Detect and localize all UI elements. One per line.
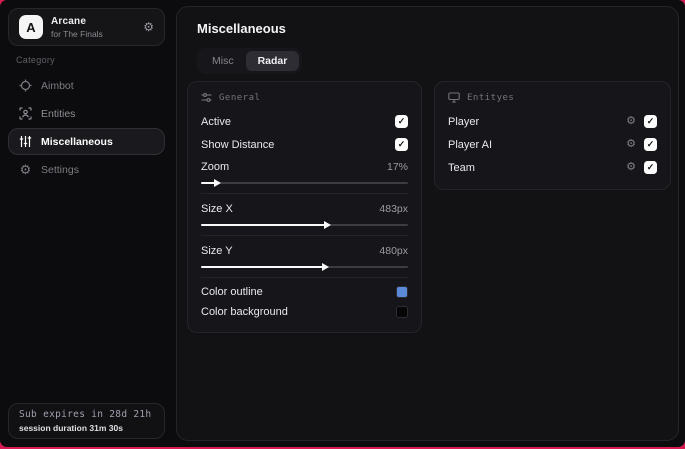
gear-icon[interactable]: ⚙ [143,21,154,33]
subscription-card: Sub expires in 28d 21h session duration … [8,403,165,439]
slider-size-y: Size Y 480px [201,240,408,271]
slider-value: 483px [379,203,408,215]
sidebar-item-label: Aimbot [41,79,74,92]
tab-radar[interactable]: Radar [245,51,300,71]
divider [201,235,408,236]
entity-row-team: Team ⚙ ✓ [448,156,657,179]
color-label: Color outline [201,286,263,298]
slider-thumb[interactable] [322,262,330,271]
sidebar-nav: Aimbot Entities Miscellaneous ⚙ Settings [0,72,173,184]
checkbox-checked[interactable]: ✓ [644,161,657,174]
brand-subtitle: for The Finals [51,28,103,39]
check-icon: ✓ [646,116,655,126]
general-panel: General Active ✓ Show Distance ✓ Zoom 17… [187,81,422,333]
slider-track[interactable] [201,262,408,271]
slider-label: Size Y [201,245,233,257]
checkbox-checked[interactable]: ✓ [644,115,657,128]
sidebar: A Arcane for The Finals ⚙ Category Aimbo… [0,0,173,447]
app-logo: A [19,15,43,39]
slider-value: 17% [386,161,408,173]
checkbox-checked[interactable]: ✓ [644,138,657,151]
tab-misc[interactable]: Misc [200,51,246,71]
brand-title: Arcane [51,15,87,27]
entity-label: Player [448,115,480,128]
slider-label: Zoom [201,161,230,173]
gear-icon[interactable]: ⚙ [626,139,636,150]
check-icon: ✓ [397,139,406,149]
toggle-label: Show Distance [201,138,275,151]
session-duration-text: session duration 31m 30s [19,423,123,433]
color-label: Color background [201,306,288,318]
app-window: A Arcane for The Finals ⚙ Category Aimbo… [0,0,685,447]
crosshair-icon [19,79,32,92]
checkbox-checked[interactable]: ✓ [395,138,408,151]
color-row-background: Color background [201,302,408,322]
sub-expires-text: Sub expires in 28d 21h [19,409,152,420]
main-content: Miscellaneous Misc Radar General Active … [176,6,679,441]
check-icon: ✓ [646,162,655,172]
sidebar-item-entities[interactable]: Entities [8,100,165,127]
toggle-row-show-distance: Show Distance ✓ [201,133,408,156]
sliders-icon [19,135,32,148]
slider-thumb[interactable] [324,220,332,229]
slider-track[interactable] [201,220,408,229]
brand-text: Arcane for The Finals [51,16,103,39]
entities-panel-title: Entityes [467,92,515,103]
divider [201,193,408,194]
tab-bar: Misc Radar [197,48,303,74]
checkbox-checked[interactable]: ✓ [395,115,408,128]
slider-thumb[interactable] [214,178,222,187]
sliders-horizontal-icon [201,92,212,103]
color-row-outline: Color outline [201,282,408,302]
sidebar-item-miscellaneous[interactable]: Miscellaneous [8,128,165,155]
sidebar-item-label: Miscellaneous [41,135,113,148]
gear-icon[interactable]: ⚙ [626,162,636,173]
slider-track[interactable] [201,178,408,187]
page-title: Miscellaneous [197,21,286,36]
entity-label: Player AI [448,138,493,151]
monitor-icon [448,92,460,103]
toggle-row-active: Active ✓ [201,110,408,133]
slider-value: 480px [379,245,408,257]
brand-card: A Arcane for The Finals ⚙ [8,8,165,46]
general-panel-title: General [219,92,261,103]
check-icon: ✓ [646,139,655,149]
sidebar-item-aimbot[interactable]: Aimbot [8,72,165,99]
slider-label: Size X [201,203,233,215]
panels-row: General Active ✓ Show Distance ✓ Zoom 17… [187,81,671,333]
toggle-label: Active [201,115,231,128]
gear-icon: ⚙ [19,162,32,177]
entity-label: Team [448,161,475,174]
entities-icon [19,107,32,120]
entities-panel: Entityes Player ⚙ ✓ Player AI ⚙ ✓ Team ⚙… [434,81,671,190]
sidebar-item-label: Settings [41,163,79,176]
entity-row-player-ai: Player AI ⚙ ✓ [448,133,657,156]
sidebar-item-settings[interactable]: ⚙ Settings [8,156,165,183]
slider-zoom: Zoom 17% [201,156,408,187]
entity-row-player: Player ⚙ ✓ [448,110,657,133]
divider [201,277,408,278]
category-label: Category [16,55,55,65]
slider-size-x: Size X 483px [201,198,408,229]
general-panel-header: General [201,92,408,103]
entities-panel-header: Entityes [448,92,657,103]
color-swatch-outline[interactable] [396,286,408,298]
gear-icon[interactable]: ⚙ [626,116,636,127]
color-swatch-background[interactable] [396,306,408,318]
check-icon: ✓ [397,116,406,126]
sidebar-item-label: Entities [41,107,76,120]
